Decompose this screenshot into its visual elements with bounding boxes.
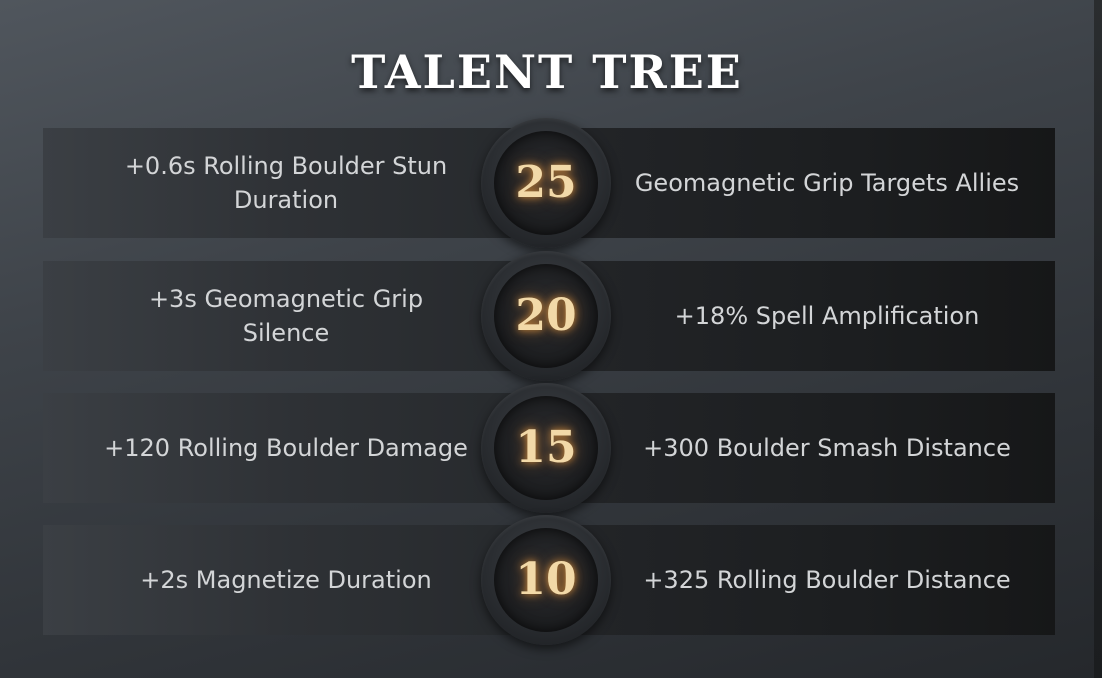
- level-badge-disc: 10: [494, 528, 598, 632]
- talent-label: Geomagnetic Grip Targets Allies: [634, 169, 1020, 197]
- talent-row-level-20: +3s Geomagnetic Grip Silence +18% Spell …: [43, 251, 1055, 381]
- talent-option-right[interactable]: +325 Rolling Boulder Distance: [549, 525, 1055, 635]
- talent-label: +120 Rolling Boulder Damage: [104, 434, 468, 462]
- talent-label: +18% Spell Amplification: [674, 302, 980, 330]
- talent-option-left[interactable]: +2s Magnetize Duration: [43, 525, 549, 635]
- talent-label: +2s Magnetize Duration: [140, 566, 432, 594]
- talent-label: +3s Geomagnetic Grip Silence: [148, 285, 424, 347]
- talent-option-right[interactable]: Geomagnetic Grip Targets Allies: [549, 128, 1055, 238]
- talent-option-left[interactable]: +120 Rolling Boulder Damage: [43, 393, 549, 503]
- level-badge-disc: 15: [494, 396, 598, 500]
- talent-row-level-10: +2s Magnetize Duration +325 Rolling Boul…: [43, 515, 1055, 645]
- level-badge-disc: 20: [494, 264, 598, 368]
- level-number: 25: [515, 157, 577, 208]
- talent-row-level-25: +0.6s Rolling Boulder Stun Duration Geom…: [43, 118, 1055, 248]
- talent-tree-title: TALENT TREE: [351, 45, 743, 99]
- level-badge: 10: [481, 515, 611, 645]
- talent-row-level-15: +120 Rolling Boulder Damage +300 Boulder…: [43, 383, 1055, 513]
- talent-option-right[interactable]: +300 Boulder Smash Distance: [549, 393, 1055, 503]
- talent-option-left[interactable]: +0.6s Rolling Boulder Stun Duration: [43, 128, 549, 238]
- talent-label: +0.6s Rolling Boulder Stun Duration: [124, 152, 448, 214]
- background-edge: [1094, 0, 1102, 678]
- talent-option-right[interactable]: +18% Spell Amplification: [549, 261, 1055, 371]
- talent-label: +300 Boulder Smash Distance: [643, 434, 1011, 462]
- level-number: 15: [515, 422, 577, 473]
- level-badge: 20: [481, 251, 611, 381]
- level-badge: 25: [481, 118, 611, 248]
- talent-tree-panel: TALENT TREE +0.6s Rolling Boulder Stun D…: [0, 0, 1094, 678]
- talent-option-left[interactable]: +3s Geomagnetic Grip Silence: [43, 261, 549, 371]
- level-badge: 15: [481, 383, 611, 513]
- level-badge-disc: 25: [494, 131, 598, 235]
- talent-label: +325 Rolling Boulder Distance: [643, 566, 1011, 594]
- level-number: 20: [515, 290, 577, 341]
- level-number: 10: [515, 554, 577, 605]
